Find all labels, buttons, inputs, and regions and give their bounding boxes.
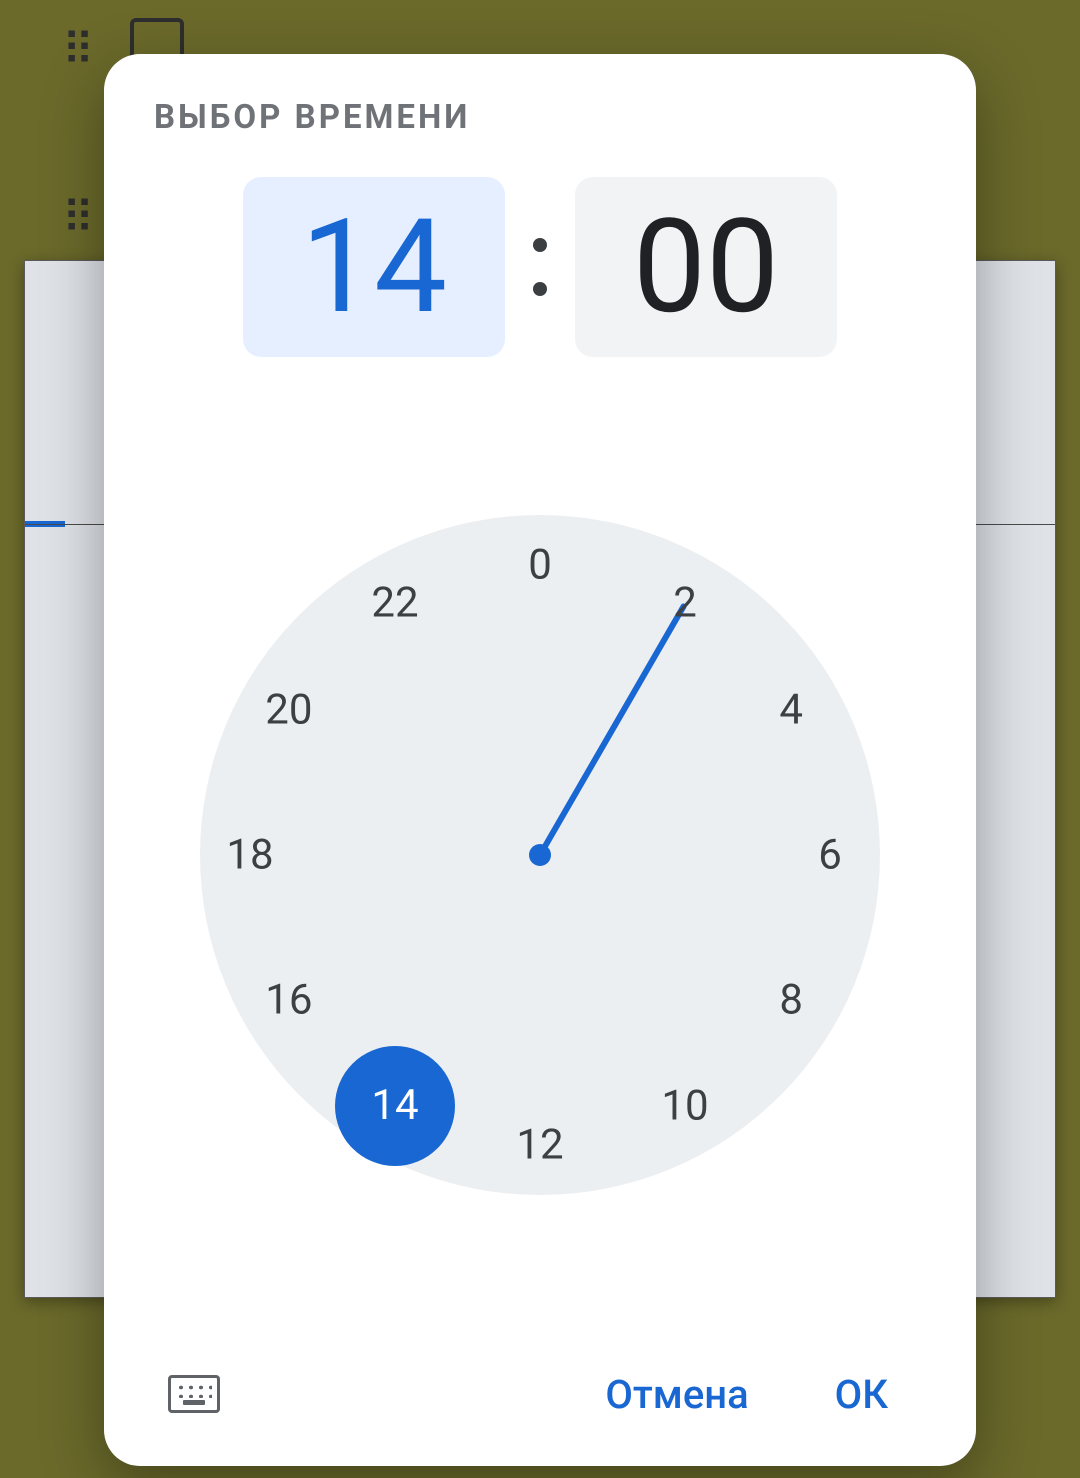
minute-value: 00 (633, 202, 779, 332)
clock-number-18[interactable]: 18 (226, 830, 273, 879)
clock-selected-dot[interactable]: 14 (335, 1046, 455, 1166)
time-colon (533, 238, 547, 296)
cancel-button[interactable]: Отмена (577, 1363, 776, 1426)
dialog-footer: Отмена ОК (154, 1352, 926, 1436)
clock-center-dot (529, 844, 551, 866)
clock-number-16[interactable]: 16 (265, 975, 312, 1024)
clock-number-20[interactable]: 20 (265, 685, 312, 734)
clock-number-10[interactable]: 10 (661, 1081, 708, 1130)
clock-number-4[interactable]: 4 (779, 685, 803, 734)
clock-selected-label: 14 (371, 1081, 418, 1130)
dialog-title: ВЫБОР ВРЕМЕНИ (154, 98, 926, 137)
hour-value: 14 (301, 202, 447, 332)
clock-number-22[interactable]: 22 (371, 579, 418, 628)
time-picker-dialog: ВЫБОР ВРЕМЕНИ 14 00 14 0 2 4 6 8 10 12 16 18 20 22… (104, 54, 976, 1466)
clock-face[interactable]: 14 0 2 4 6 8 10 12 16 18 20 22 (200, 515, 880, 1195)
clock-number-2[interactable]: 2 (673, 579, 697, 628)
clock-number-0[interactable]: 0 (528, 540, 552, 589)
bg-apps-icon: ⠿ (62, 196, 94, 240)
keyboard-icon (168, 1375, 220, 1413)
clock-container: 14 0 2 4 6 8 10 12 16 18 20 22 (154, 357, 926, 1352)
hour-field[interactable]: 14 (243, 177, 505, 357)
bg-apps-icon: ⠿ (62, 28, 94, 72)
minute-field[interactable]: 00 (575, 177, 837, 357)
clock-number-6[interactable]: 6 (818, 830, 842, 879)
keyboard-toggle-button[interactable] (164, 1372, 224, 1416)
clock-number-12[interactable]: 12 (516, 1120, 563, 1169)
time-display-row: 14 00 (154, 177, 926, 357)
clock-number-8[interactable]: 8 (779, 975, 803, 1024)
ok-button[interactable]: ОК (807, 1363, 916, 1426)
clock-hand (537, 602, 687, 856)
